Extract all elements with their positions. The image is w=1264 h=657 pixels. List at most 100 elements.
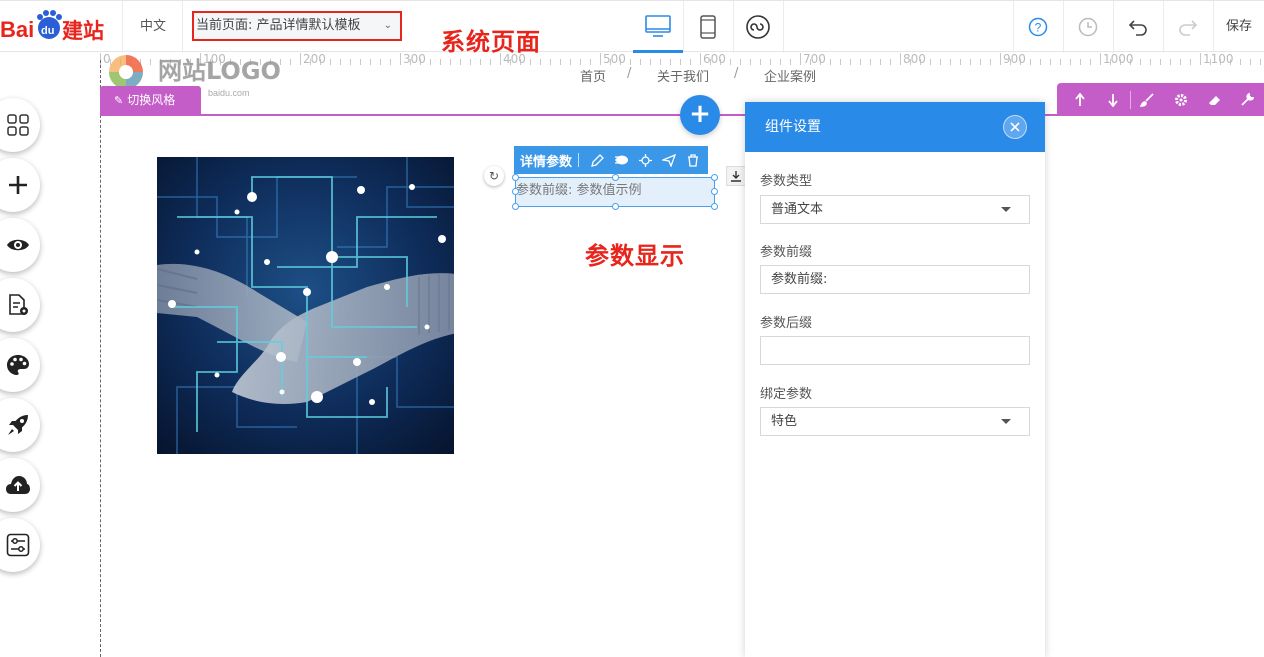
help-button[interactable]: ? [1013,1,1063,53]
upload-button[interactable] [0,458,40,512]
desktop-icon [645,14,671,37]
document-settings-icon [9,294,28,315]
rotate-icon: ↻ [488,169,500,183]
bind-param-value: 特色 [771,414,798,429]
baidu-logo[interactable]: Bai du 建站 [0,10,110,44]
resize-handle[interactable] [711,188,718,195]
mini-program-view-button[interactable] [733,1,783,53]
mini-program-icon [746,15,770,39]
nav-item-cases[interactable]: 企业案例 [764,66,816,85]
bind-param-select[interactable]: 特色 [760,407,1030,436]
trash-icon [688,153,699,167]
edit-button[interactable] [585,146,609,174]
param-prefix-input[interactable]: 参数前缀: [760,265,1030,294]
add-button[interactable] [0,158,40,212]
undo-button[interactable] [1113,1,1163,53]
brush-icon: ✎ [114,94,124,107]
current-page-select[interactable]: 当前页面: 产品详情默认模板 ⌄ [192,11,402,41]
eye-icon [7,239,29,251]
ruler-label: 800 [903,52,926,66]
components-button[interactable] [0,98,40,152]
param-type-select[interactable]: 普通文本 [760,195,1030,224]
download-icon [731,171,741,182]
nav-separator: / [734,66,739,81]
resize-handle[interactable] [711,203,718,210]
ruler-label: 700 [803,52,826,66]
annotation-param-display: 参数显示 [585,242,685,270]
resize-handle[interactable] [512,203,519,210]
ruler-label: 400 [503,52,526,66]
ruler-label: 900 [1003,52,1026,66]
desktop-view-button[interactable] [633,1,683,53]
redo-button[interactable] [1163,1,1213,53]
param-type-label: 参数类型 [760,174,813,189]
section-style-button[interactable] [1131,83,1164,116]
layer-settings-button[interactable] [0,518,40,572]
move-down-button[interactable] [1096,83,1129,116]
param-suffix-input[interactable] [760,336,1030,365]
close-icon [1010,122,1020,132]
palette-icon [7,355,29,375]
resize-handle[interactable] [512,174,519,181]
resize-handle[interactable] [711,174,718,181]
switch-style-button[interactable]: ✎ 切换风格 [100,86,201,114]
clock-icon [1078,17,1098,37]
delete-button[interactable] [681,146,705,174]
svg-text:建站: 建站 [62,19,104,43]
detail-param-element[interactable]: 参数前缀: 参数值示例 [512,174,718,210]
link-button[interactable] [657,146,681,174]
detail-param-text: 参数前缀: 参数值示例 [516,183,642,198]
resize-handle[interactable] [612,203,619,210]
history-button[interactable] [1063,1,1113,53]
nav-item-about[interactable]: 关于我们 [657,66,709,85]
nav-item-home[interactable]: 首页 [580,66,606,85]
close-button[interactable] [1003,115,1027,139]
help-icon: ? [1028,17,1048,37]
preview-button[interactable] [0,218,40,272]
theme-button[interactable] [0,338,40,392]
section-tools-button[interactable] [1231,83,1264,116]
section-settings-button[interactable] [1164,83,1197,116]
resize-handle[interactable] [612,174,619,181]
element-toolbar-title: 详情参数 [520,154,573,170]
redo-icon [1179,20,1198,36]
language-switch[interactable]: 中文 [124,1,182,53]
save-button[interactable]: 保存 [1214,1,1264,53]
mobile-icon [700,15,716,39]
component-settings-panel: 组件设置 参数类型 普通文本 参数前缀 参数前缀: 参数后缀 绑定参数 特色 [745,102,1045,657]
grid-icon [7,114,29,136]
top-bar: Bai du 建站 中文 当前页面: 产品详情默认模板 ⌄ ? 保存 [0,0,1264,53]
ruler-label: 600 [703,52,726,66]
mobile-view-button[interactable] [683,1,733,53]
param-suffix-label: 参数后缀 [760,316,813,331]
eraser-icon [1209,95,1221,105]
resize-handle[interactable] [512,188,519,195]
left-guide-line [100,60,101,657]
rotate-button[interactable]: ↻ [484,166,504,186]
download-button[interactable] [726,166,746,186]
page-settings-button[interactable] [0,278,40,332]
ruler-label: 300 [403,52,426,66]
product-image[interactable] [157,157,454,454]
svg-text:网站LOGO: 网站LOGO [158,57,281,85]
svg-text:?: ? [1035,21,1042,35]
animation-button[interactable] [609,146,633,174]
section-toolbar [1057,83,1264,116]
svg-text:Bai: Bai [0,17,34,42]
add-section-button[interactable]: + [680,95,720,135]
undo-icon [1128,20,1147,36]
move-up-button[interactable] [1063,83,1096,116]
publish-button[interactable] [0,398,40,452]
ruler-label: 500 [603,52,626,66]
sliders-icon [6,533,30,557]
position-button[interactable] [633,146,657,174]
svg-text:baidu.com: baidu.com [208,88,250,98]
current-page-label: 当前页面: 产品详情默认模板 [196,18,361,33]
ruler-label: 1100 [1203,52,1234,66]
svg-text:du: du [41,25,54,37]
caret-down-icon [1001,419,1011,424]
panel-title: 组件设置 [765,119,821,135]
arrow-down-icon [1108,93,1118,107]
section-clear-button[interactable] [1197,83,1230,116]
gear-icon [1174,93,1187,106]
